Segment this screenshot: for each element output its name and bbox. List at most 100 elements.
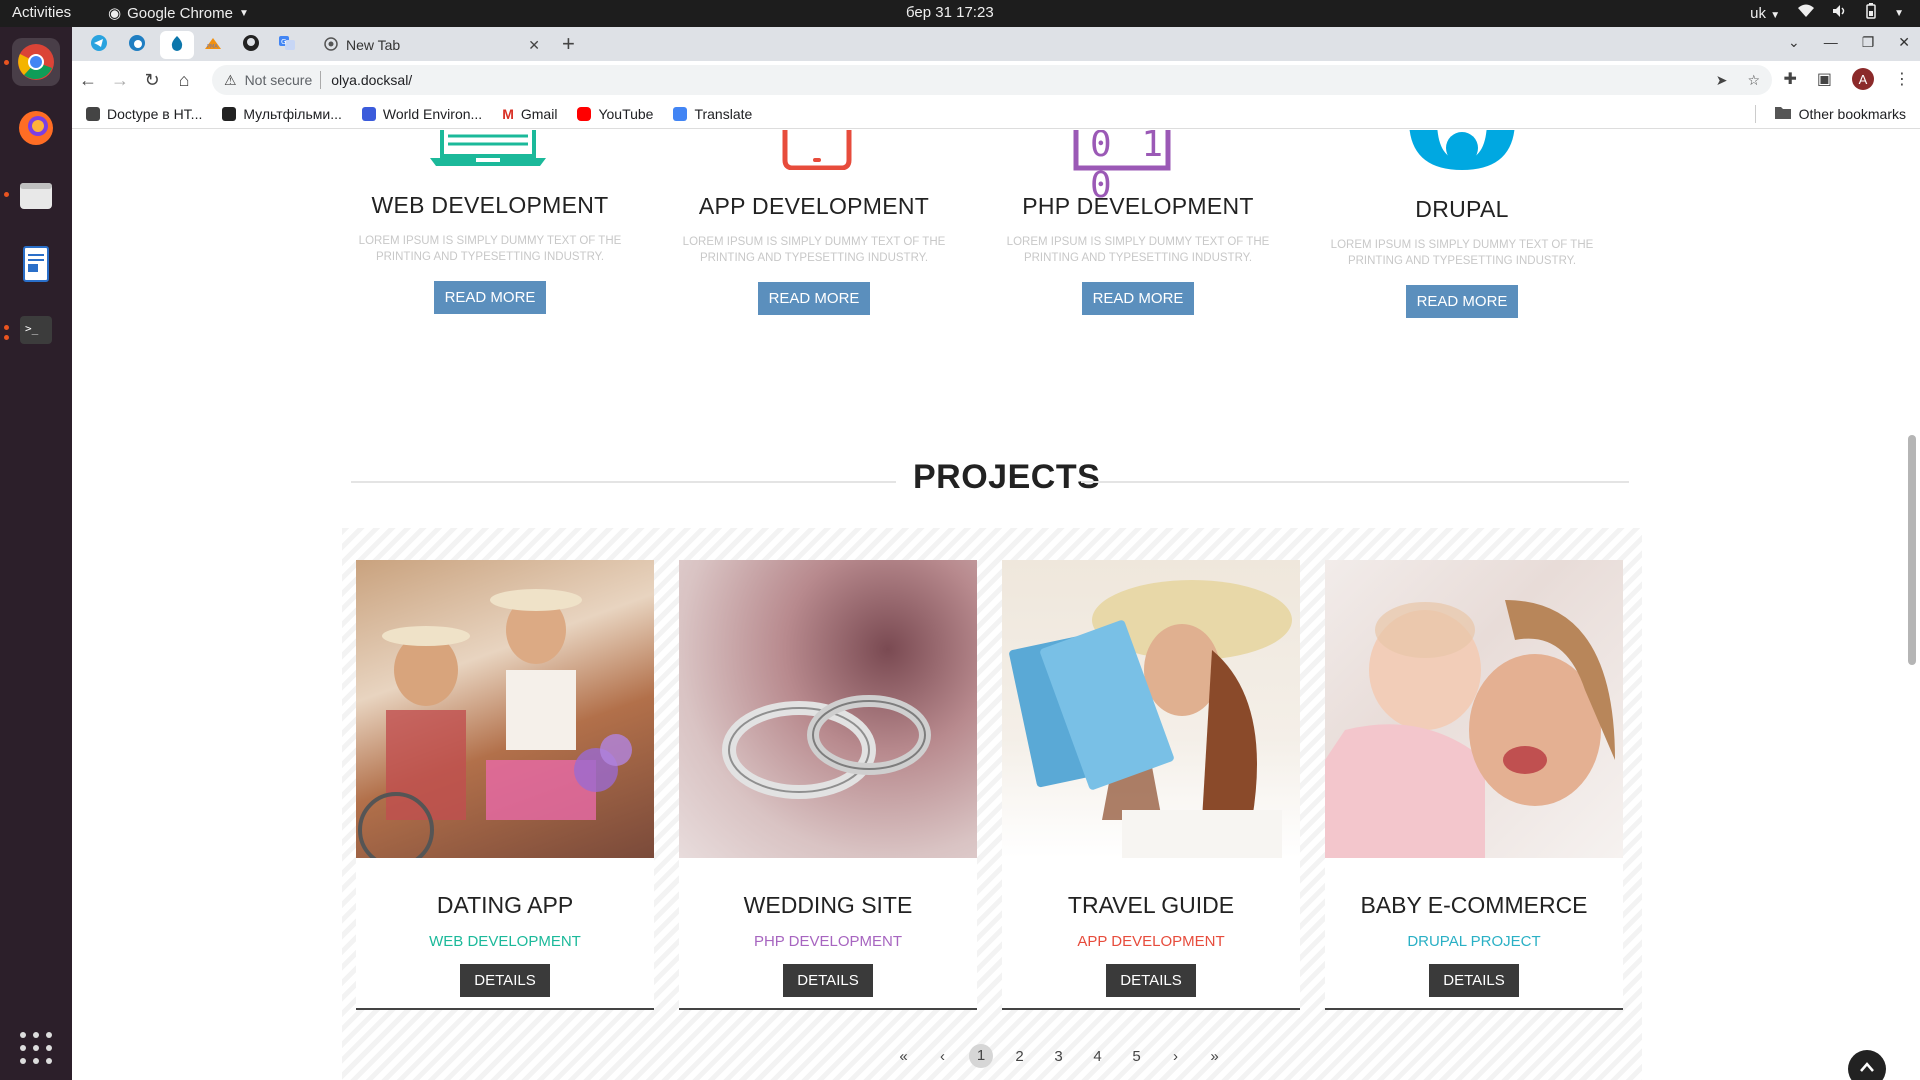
scroll-to-top-button[interactable] <box>1848 1050 1886 1080</box>
menu-kebab-icon[interactable]: ⋮ <box>1894 69 1910 89</box>
activities-button[interactable]: Activities <box>12 4 71 21</box>
project-photo-couple-bicycle[interactable] <box>356 560 654 858</box>
bookmark-item[interactable]: M Gmail <box>502 106 557 122</box>
pinned-tab-telegram[interactable] <box>82 31 116 59</box>
project-category[interactable]: WEB DEVELOPMENT <box>356 933 654 950</box>
pinned-tab-translate[interactable]: G <box>270 31 304 59</box>
close-icon[interactable]: ✕ <box>528 37 540 54</box>
bookmark-label: Мультфільми... <box>243 105 342 122</box>
restore-icon[interactable]: ❐ <box>1862 34 1875 51</box>
security-status[interactable]: Not secure <box>245 72 313 88</box>
chrome-small-icon: ◉ <box>108 5 122 22</box>
project-title: DATING APP <box>436 892 574 918</box>
svg-text:PMA: PMA <box>207 44 218 50</box>
film-icon <box>222 106 237 121</box>
next-page-link[interactable]: › <box>1156 1048 1195 1065</box>
url-text[interactable]: olya.docksal/ <box>331 72 412 88</box>
app-menu[interactable]: ◉ Google Chrome ▼ <box>108 4 249 23</box>
browser-window: PMA G New Tab ✕ + ⌄ — ❐ ✕ ← → ↻ ⌂ ⚠ Not … <box>72 27 1920 1080</box>
bookmark-item[interactable]: YouTube <box>577 106 653 122</box>
details-button[interactable]: DETAILS <box>460 964 550 997</box>
details-button[interactable]: DETAILS <box>1429 964 1519 997</box>
project-category[interactable]: APP DEVELOPMENT <box>1002 933 1300 950</box>
page-link[interactable]: 3 <box>1039 1048 1078 1065</box>
writer-dock-icon[interactable] <box>12 240 60 288</box>
first-page-link[interactable]: « <box>884 1048 923 1065</box>
project-category[interactable]: PHP DEVELOPMENT <box>679 933 977 950</box>
tab-new-tab[interactable]: New Tab ✕ <box>312 29 550 61</box>
project-card: TRAVEL GUIDE APP DEVELOPMENT DETAILS <box>1002 560 1300 1010</box>
reload-icon[interactable]: ↻ <box>136 70 168 91</box>
side-panel-icon[interactable]: ▣ <box>1817 69 1832 89</box>
project-photo-wedding-rings[interactable] <box>679 560 977 858</box>
clock[interactable]: бер 31 17:23 <box>906 4 994 21</box>
system-tray[interactable]: uk ▼ ▼ <box>1750 3 1904 23</box>
last-page-link[interactable]: » <box>1195 1048 1234 1065</box>
prev-page-link[interactable]: ‹ <box>923 1048 962 1065</box>
profile-avatar[interactable]: A <box>1852 68 1874 90</box>
running-indicator <box>4 192 9 197</box>
bookmark-item[interactable]: World Environ... <box>361 106 482 122</box>
divider <box>1755 105 1756 123</box>
other-bookmarks[interactable]: Other bookmarks <box>1774 106 1906 122</box>
send-icon[interactable]: ➤ <box>1716 72 1728 89</box>
svg-text:G: G <box>281 38 286 46</box>
details-button[interactable]: DETAILS <box>1106 964 1196 997</box>
service-title: APP DEVELOPMENT <box>698 193 930 219</box>
keyboard-layout[interactable]: uk ▼ <box>1750 5 1780 22</box>
address-bar[interactable]: ⚠ Not secure olya.docksal/ ➤ ☆ <box>212 65 1772 95</box>
page-link-current[interactable]: 1 <box>969 1044 993 1068</box>
pinned-tab-pma[interactable]: PMA <box>196 31 230 59</box>
translate-icon <box>673 106 688 121</box>
pinned-tab-github[interactable] <box>234 31 268 59</box>
bookmark-item[interactable]: Doctype в НТ... <box>86 106 202 122</box>
service-description: LOREM IPSUM IS SIMPLY DUMMY TEXT OF THE … <box>682 236 946 264</box>
show-applications-icon[interactable] <box>20 1032 52 1064</box>
service-drupal: DRUPAL LOREM IPSUM IS SIMPLY DUMMY TEXT … <box>1312 196 1612 318</box>
page-link[interactable]: 2 <box>1000 1048 1039 1065</box>
read-more-button[interactable]: READ MORE <box>433 281 547 314</box>
service-php-development: PHP DEVELOPMENT LOREM IPSUM IS SIMPLY DU… <box>988 193 1288 315</box>
pinned-tab-drupal[interactable] <box>160 31 194 59</box>
read-more-button[interactable]: READ MORE <box>1081 282 1195 315</box>
project-photo-travel-tickets[interactable] <box>1002 560 1300 858</box>
project-title: WEDDING SITE <box>743 892 913 918</box>
read-more-button[interactable]: READ MORE <box>1405 285 1519 318</box>
page-link[interactable]: 4 <box>1078 1048 1117 1065</box>
bookmark-item[interactable]: Мультфільми... <box>222 106 342 122</box>
drupal-icon <box>169 35 185 56</box>
chrome-dock-icon[interactable] <box>12 38 60 86</box>
svg-text:>_: >_ <box>25 322 39 335</box>
project-category[interactable]: DRUPAL PROJECT <box>1325 933 1623 950</box>
terminal-dock-icon[interactable]: >_ <box>12 306 60 354</box>
bookmark-label: Translate <box>694 105 753 122</box>
page-scrollbar[interactable] <box>1908 435 1916 665</box>
back-arrow-icon[interactable]: ← <box>72 70 104 91</box>
divider <box>320 71 322 89</box>
tab-search-chevron-icon[interactable]: ⌄ <box>1788 34 1800 51</box>
globe-icon <box>361 106 376 121</box>
pinned-tab-edge[interactable] <box>120 31 154 59</box>
extensions-puzzle-icon[interactable]: ✚ <box>1783 69 1796 89</box>
youtube-icon <box>577 106 592 121</box>
folder-icon <box>1774 106 1791 122</box>
minimize-icon[interactable]: — <box>1824 34 1838 51</box>
home-icon[interactable]: ⌂ <box>168 70 200 91</box>
read-more-button[interactable]: READ MORE <box>757 282 871 315</box>
forward-arrow-icon[interactable]: → <box>104 70 136 91</box>
chrome-tab-icon <box>324 36 338 54</box>
warning-icon: ⚠ <box>224 71 237 88</box>
other-bookmarks-label: Other bookmarks <box>1798 106 1906 122</box>
firefox-dock-icon[interactable] <box>12 104 60 152</box>
page-link[interactable]: 5 <box>1117 1048 1156 1065</box>
details-button[interactable]: DETAILS <box>783 964 873 997</box>
files-dock-icon[interactable] <box>12 172 60 220</box>
divider <box>1081 481 1629 483</box>
bookmarks-bar: Doctype в НТ... Мультфільми... World Env… <box>72 99 1920 129</box>
bookmark-star-icon[interactable]: ☆ <box>1747 72 1760 89</box>
bookmark-item[interactable]: Translate <box>673 106 752 122</box>
service-description: LOREM IPSUM IS SIMPLY DUMMY TEXT OF THE … <box>358 235 622 263</box>
new-tab-button[interactable]: + <box>562 31 575 57</box>
close-window-icon[interactable]: ✕ <box>1898 34 1910 51</box>
project-photo-mother-baby[interactable] <box>1325 560 1623 858</box>
